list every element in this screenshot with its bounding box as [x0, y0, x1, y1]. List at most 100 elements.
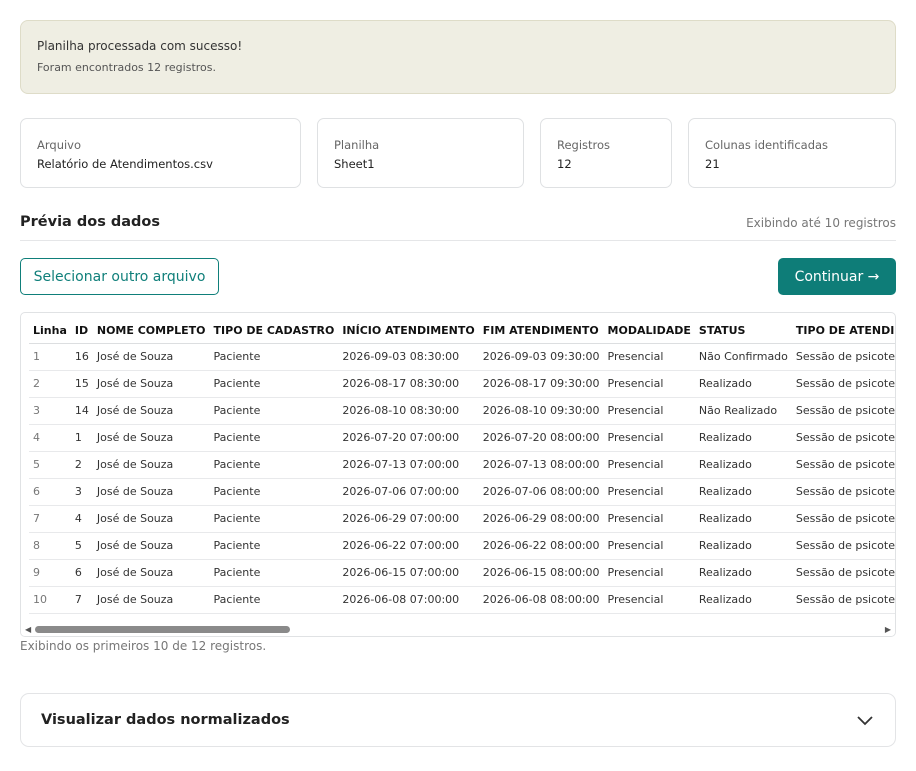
table-cell-id: 2	[70, 451, 93, 479]
table-cell-nome-completo: José de Souza	[92, 370, 210, 398]
table-cell-status: Realizado	[694, 532, 792, 560]
table-cell-modalidade: Presencial	[603, 424, 695, 452]
table-cell-tipo-de-atendimento: Sessão de psicoterapia	[791, 559, 895, 587]
table-row: 9 6 José de Souza Paciente 2026-06-15 07:00:…	[29, 559, 895, 587]
table-cell-status: Realizado	[694, 559, 792, 587]
table-cell-tipo-de-cadastro: Paciente	[209, 343, 339, 371]
column-header-nome-completo: NOME COMPLETO	[92, 319, 210, 344]
table-cell-nome-completo: José de Souza	[92, 559, 210, 587]
table-cell-nome-completo: José de Souza	[92, 424, 210, 452]
table-cell-inicio-atendimento: 2026-08-17 08:30:00	[338, 370, 479, 398]
column-header-tipo-de-atendimento: TIPO DE ATENDIMENTO	[791, 319, 895, 344]
table-cell-fim-atendimento: 2026-06-29 08:00:00	[478, 505, 604, 533]
table-cell-nome-completo: José de Souza	[92, 586, 210, 614]
table-row: 6 3 José de Souza Paciente 2026-07-06 07:00:…	[29, 478, 895, 506]
card-value: Sheet1	[334, 157, 375, 171]
table-row: 1 16 José de Souza Paciente 2026-09-03 08:30…	[29, 343, 895, 371]
table-cell-tipo-de-atendimento: Sessão de psicoterapia	[791, 397, 895, 425]
table-cell-modalidade: Presencial	[603, 586, 695, 614]
table-cell-nome-completo: José de Souza	[92, 505, 210, 533]
column-header-tipo-de-cadastro: TIPO DE CADASTRO	[209, 319, 339, 344]
table-row: 5 2 José de Souza Paciente 2026-07-13 07:00:…	[29, 451, 895, 479]
table-cell-status: Não Realizado	[694, 397, 792, 425]
table-cell-tipo-de-cadastro: Paciente	[209, 424, 339, 452]
table-cell-tipo-de-atendimento: Sessão de psicoterapia	[791, 370, 895, 398]
table-cell-tipo-de-cadastro: Paciente	[209, 478, 339, 506]
scroll-right-arrow-icon[interactable]: ▶	[885, 625, 891, 634]
card-value: Relatório de Atendimentos.csv	[37, 157, 213, 171]
card-label: Registros	[557, 138, 611, 152]
table-row: 7 4 José de Souza Paciente 2026-06-29 07:00:…	[29, 505, 895, 533]
table-cell-linha: 4	[29, 424, 71, 452]
column-header-linha: Linha	[29, 319, 71, 344]
column-header-id: ID	[70, 319, 93, 344]
table-cell-inicio-atendimento: 2026-09-03 08:30:00	[338, 343, 479, 371]
card-arquivo: Arquivo Relatório de Atendimentos.csv	[20, 118, 301, 188]
table-cell-modalidade: Presencial	[603, 343, 695, 371]
table-row: 4 1 José de Souza Paciente 2026-07-20 07:00:…	[29, 424, 895, 452]
table-cell-fim-atendimento: 2026-09-03 09:30:00	[478, 343, 604, 371]
table-cell-tipo-de-atendimento: Sessão de psicoterapia	[791, 505, 895, 533]
card-label: Arquivo	[37, 138, 82, 152]
table-cell-linha: 10	[29, 586, 71, 614]
table-cell-nome-completo: José de Souza	[92, 532, 210, 560]
table-cell-status: Realizado	[694, 451, 792, 479]
table-cell-inicio-atendimento: 2026-07-13 07:00:00	[338, 451, 479, 479]
table-cell-inicio-atendimento: 2026-06-15 07:00:00	[338, 559, 479, 587]
chevron-down-icon	[857, 716, 873, 726]
column-header-fim-atendimento: FIM ATENDIMENTO	[478, 319, 604, 344]
card-planilha: Planilha Sheet1	[317, 118, 524, 188]
table-cell-tipo-de-atendimento: Sessão de psicoterapia	[791, 586, 895, 614]
table-cell-status: Realizado	[694, 424, 792, 452]
table-cell-id: 3	[70, 478, 93, 506]
table-cell-linha: 2	[29, 370, 71, 398]
column-header-inicio-atendimento: INÍCIO ATENDIMENTO	[338, 319, 479, 344]
table-cell-id: 4	[70, 505, 93, 533]
table-cell-id: 15	[70, 370, 93, 398]
table-cell-tipo-de-atendimento: Sessão de psicoterapia	[791, 478, 895, 506]
table-row: 8 5 José de Souza Paciente 2026-06-22 07:00:…	[29, 532, 895, 560]
table-cell-tipo-de-atendimento: Sessão de psicoterapia	[791, 532, 895, 560]
card-colunas: Colunas identificadas 21	[688, 118, 896, 188]
table-cell-modalidade: Presencial	[603, 397, 695, 425]
table-cell-linha: 6	[29, 478, 71, 506]
preview-header: Prévia dos dados Exibindo até 10 registr…	[20, 212, 896, 241]
scroll-left-arrow-icon[interactable]: ◀	[25, 625, 31, 634]
table-cell-fim-atendimento: 2026-07-20 08:00:00	[478, 424, 604, 452]
alert-title: Planilha processada com sucesso!	[37, 39, 243, 53]
scrollbar-thumb[interactable]	[35, 626, 290, 633]
table-cell-linha: 5	[29, 451, 71, 479]
table-cell-id: 16	[70, 343, 93, 371]
table-row: 10 7 José de Souza Paciente 2026-06-08 07:00…	[29, 586, 895, 614]
alert-subtitle: Foram encontrados 12 registros.	[37, 61, 217, 74]
table-cell-fim-atendimento: 2026-08-10 09:30:00	[478, 397, 604, 425]
normalized-data-accordion[interactable]: Visualizar dados normalizados	[20, 693, 896, 747]
card-registros: Registros 12	[540, 118, 672, 188]
card-label: Planilha	[334, 138, 380, 152]
preview-title: Prévia dos dados	[20, 214, 161, 230]
accordion-title: Visualizar dados normalizados	[41, 712, 290, 728]
table-cell-linha: 9	[29, 559, 71, 587]
table-cell-inicio-atendimento: 2026-08-10 08:30:00	[338, 397, 479, 425]
table-cell-status: Realizado	[694, 478, 792, 506]
table-cell-fim-atendimento: 2026-06-15 08:00:00	[478, 559, 604, 587]
preview-table: Linha ID NOME COMPLETO TIPO DE CADASTRO INÍC…	[29, 319, 895, 614]
table-body: 1 16 José de Souza Paciente 2026-09-03 08:30…	[29, 343, 895, 614]
table-cell-tipo-de-cadastro: Paciente	[209, 370, 339, 398]
table-cell-status: Não Confirmado	[694, 343, 792, 371]
table-row: 3 14 José de Souza Paciente 2026-08-10 08:30…	[29, 397, 895, 425]
table-cell-inicio-atendimento: 2026-07-06 07:00:00	[338, 478, 479, 506]
continue-button[interactable]: Continuar →	[778, 258, 896, 295]
table-cell-modalidade: Presencial	[603, 532, 695, 560]
preview-table-container[interactable]: Linha ID NOME COMPLETO TIPO DE CADASTRO INÍC…	[20, 312, 896, 637]
horizontal-scrollbar[interactable]: ◀ ▶	[21, 622, 895, 636]
table-cell-id: 7	[70, 586, 93, 614]
table-cell-inicio-atendimento: 2026-06-22 07:00:00	[338, 532, 479, 560]
table-cell-modalidade: Presencial	[603, 370, 695, 398]
table-cell-fim-atendimento: 2026-07-13 08:00:00	[478, 451, 604, 479]
table-cell-tipo-de-cadastro: Paciente	[209, 505, 339, 533]
table-cell-tipo-de-atendimento: Sessão de psicoterapia	[791, 343, 895, 371]
select-other-file-button[interactable]: Selecionar outro arquivo	[20, 258, 219, 295]
table-cell-linha: 1	[29, 343, 71, 371]
table-cell-inicio-atendimento: 2026-06-08 07:00:00	[338, 586, 479, 614]
